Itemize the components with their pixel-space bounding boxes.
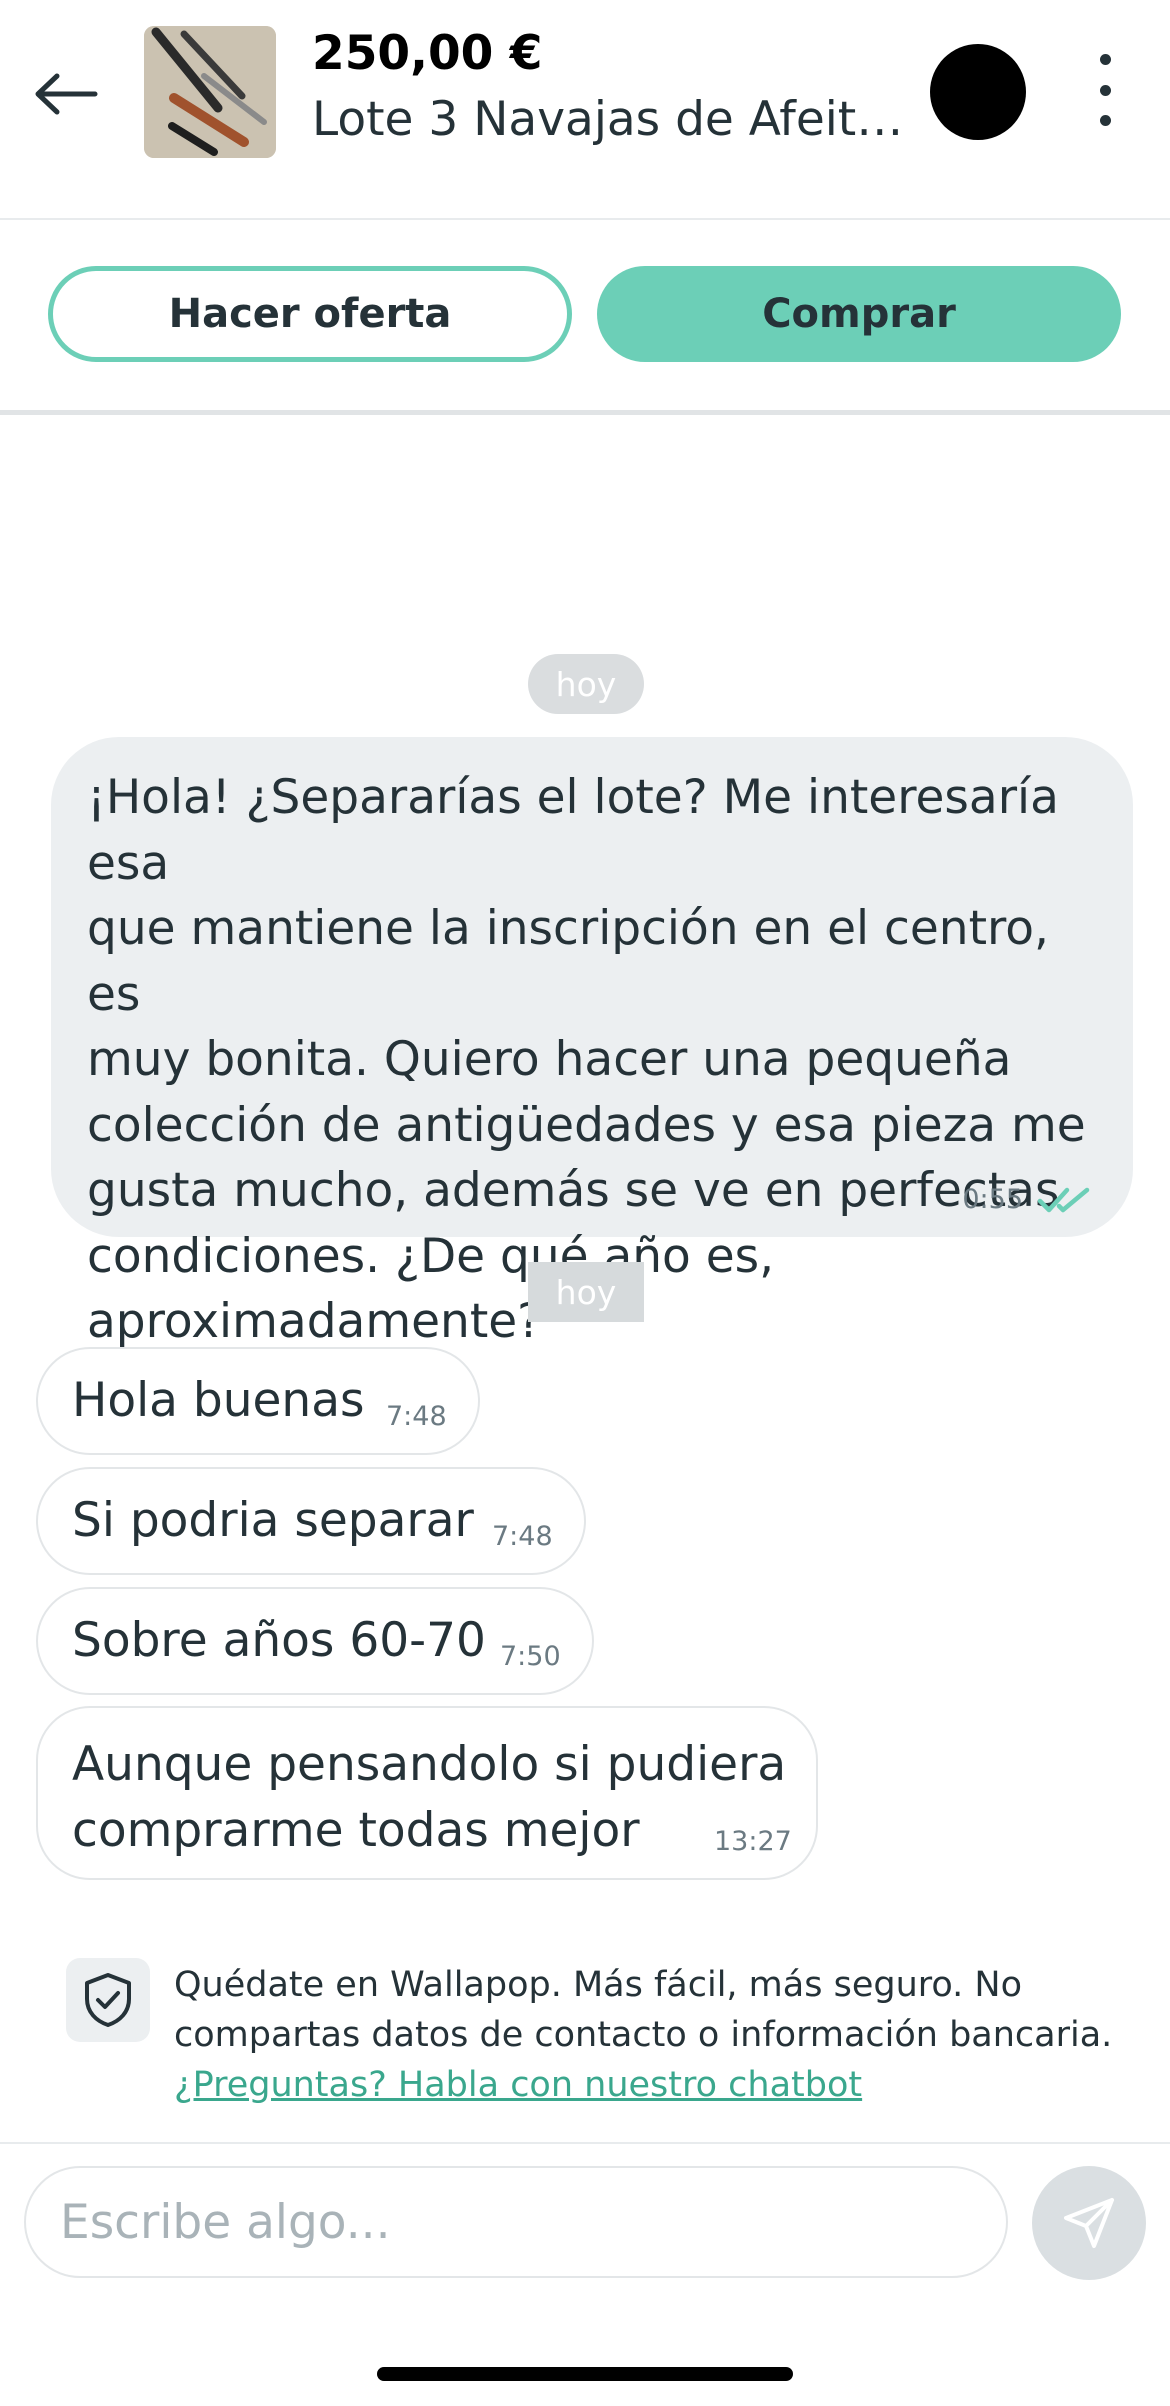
shield-check-icon — [85, 1973, 131, 2027]
received-message: Hola buenas 7:48 — [36, 1347, 480, 1455]
product-price: 250,00 € — [312, 26, 543, 81]
message-time: 7:50 — [500, 1641, 561, 1672]
security-badge — [66, 1958, 150, 2042]
product-title[interactable]: Lote 3 Navajas de Afeitar... — [312, 92, 912, 147]
more-options-button[interactable] — [1080, 48, 1130, 132]
chatbot-link[interactable]: ¿Preguntas? Habla con nuestro chatbot — [174, 2065, 862, 2105]
product-thumbnail[interactable] — [144, 26, 276, 158]
day-separator: hoy — [528, 654, 644, 714]
action-bar: Hacer oferta Comprar — [0, 220, 1170, 415]
received-message-text: Si podria separar — [72, 1493, 474, 1548]
day-separator: hoy — [528, 1262, 644, 1322]
arrow-left-icon — [35, 73, 98, 115]
send-icon — [1064, 2198, 1114, 2248]
double-check-icon — [1037, 1187, 1090, 1212]
safety-notice: Quédate en Wallapop. Más fácil, más segu… — [174, 1960, 1124, 2110]
back-button[interactable] — [24, 52, 108, 136]
message-time: 7:48 — [386, 1401, 447, 1432]
received-message-text: Hola buenas — [72, 1373, 365, 1428]
received-message-text: Aunque pensandolo si pudiera comprarme t… — [72, 1737, 787, 1858]
received-message: Sobre años 60-70 7:50 — [36, 1587, 594, 1695]
received-message: Si podria separar 7:48 — [36, 1467, 586, 1575]
received-message-text: Sobre años 60-70 — [72, 1613, 486, 1668]
make-offer-button[interactable]: Hacer oferta — [48, 266, 572, 362]
seller-avatar[interactable] — [930, 44, 1026, 140]
sent-message: ¡Hola! ¿Separarías el lote? Me interesar… — [51, 737, 1133, 1349]
more-vertical-icon — [1099, 54, 1111, 65]
send-button[interactable] — [1032, 2166, 1146, 2280]
home-indicator — [377, 2367, 793, 2381]
received-message: Aunque pensandolo si pudiera comprarme t… — [36, 1706, 818, 1880]
message-input[interactable] — [24, 2166, 1008, 2278]
message-time: 7:48 — [492, 1521, 553, 1552]
message-time: 13:27 — [714, 1826, 792, 1857]
message-time: 0:55 — [962, 1184, 1023, 1215]
buy-button[interactable]: Comprar — [597, 266, 1121, 362]
safety-notice-text: Quédate en Wallapop. Más fácil, más segu… — [174, 1965, 1113, 2055]
